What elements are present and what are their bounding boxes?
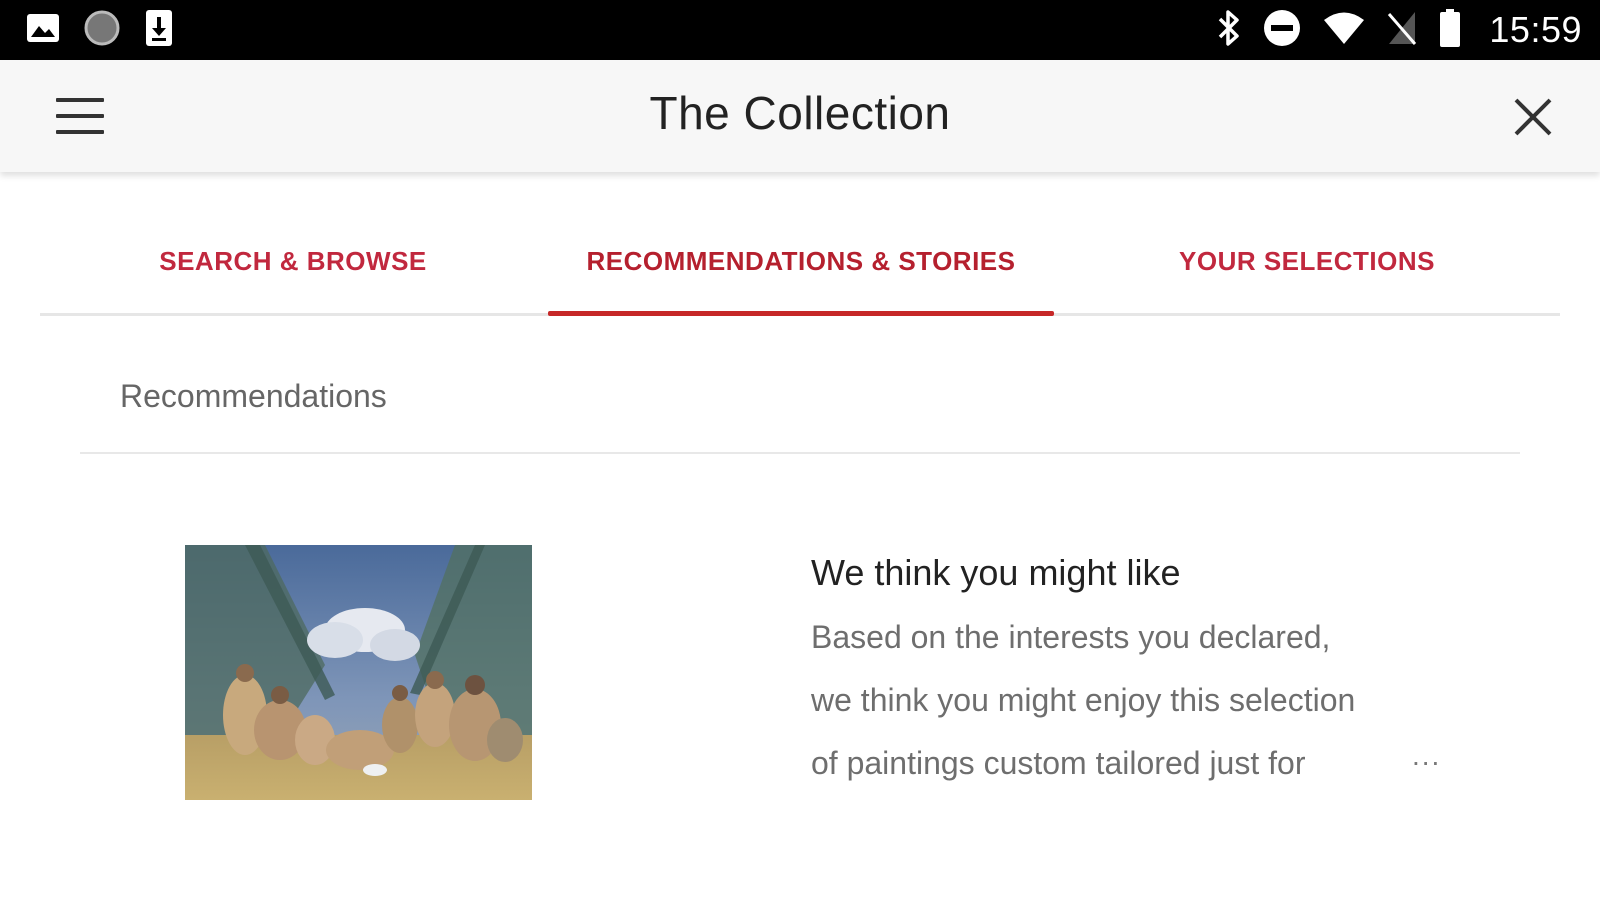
card-title[interactable]: We think you might like [811,552,1181,594]
status-time: 15:59 [1489,9,1582,50]
painting-image [185,545,532,800]
card-description-line: of paintings custom tailored just for [811,745,1306,781]
card-description-line: we think you might enjoy this selection [811,682,1356,718]
painting-thumbnail[interactable] [185,545,532,800]
status-bar-right: 15:59 [1217,8,1582,52]
card-description-line: Based on the interests you declared, [811,619,1331,655]
section-divider [80,452,1520,454]
close-button[interactable] [1506,90,1560,144]
download-icon [144,9,174,52]
bluetooth-icon [1217,9,1241,52]
battery-icon [1439,8,1461,53]
active-tab-indicator [548,311,1054,316]
section-title: Recommendations [120,378,387,414]
more-ellipsis[interactable]: ... [1412,740,1441,772]
card-description: Based on the interests you declared, we … [811,606,1451,795]
no-sim-icon [1387,10,1417,51]
status-bar-left [26,9,174,51]
tab-bar: SEARCH & BROWSE RECOMMENDATIONS & STORIE… [40,212,1560,316]
close-icon [1514,98,1552,136]
tab-your-selections[interactable]: YOUR SELECTIONS [1054,212,1560,316]
app-bar: The Collection [0,60,1600,172]
image-icon [26,13,60,48]
do-not-disturb-icon [1263,9,1301,52]
wifi-icon [1323,11,1365,50]
app-title: The Collection [649,87,951,139]
tab-recommendations-stories[interactable]: RECOMMENDATIONS & STORIES [548,212,1054,316]
tab-search-browse[interactable]: SEARCH & BROWSE [40,212,546,316]
status-bar: 15:59 [0,0,1600,60]
circle-icon [84,10,120,51]
